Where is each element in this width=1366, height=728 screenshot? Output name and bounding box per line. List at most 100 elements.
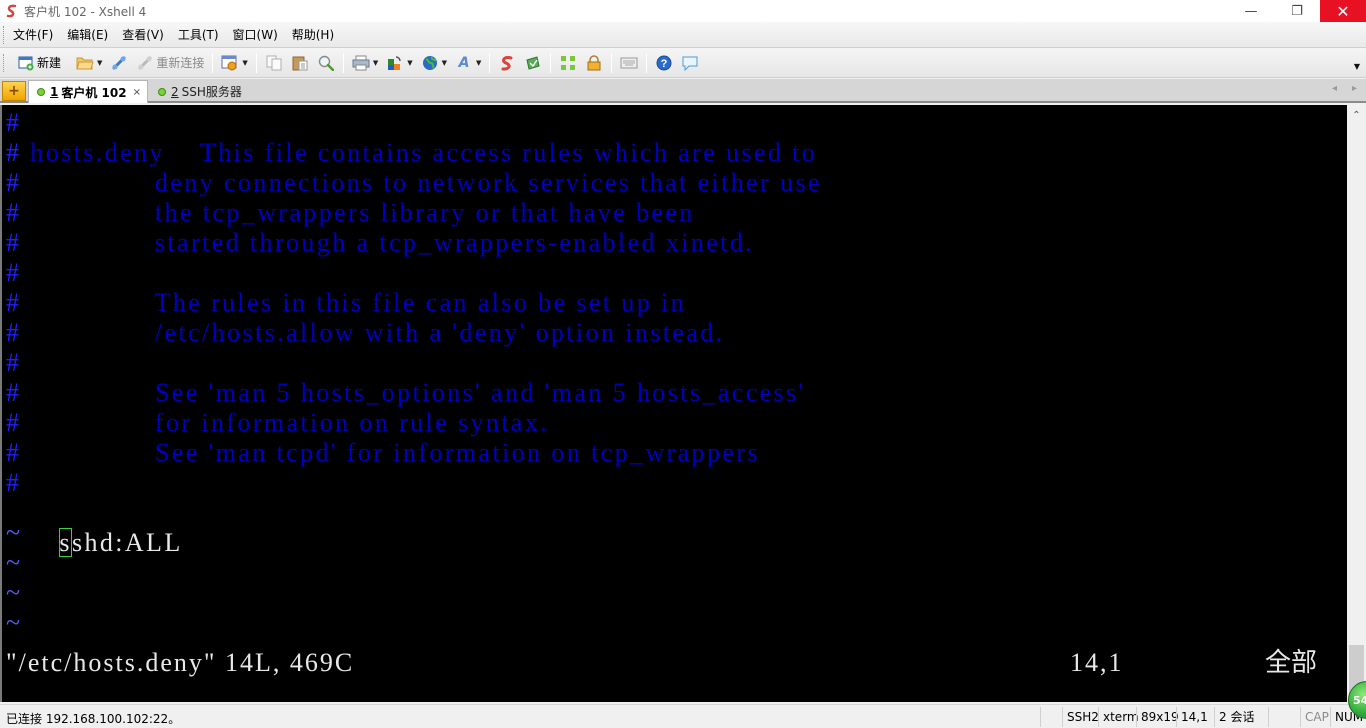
open-dropdown-arrow[interactable]: ▼ [97,59,102,67]
connected-status-icon [158,87,166,96]
chevron-up-icon: ⌃ [1352,110,1361,121]
terminal-view[interactable]: # # hosts.deny This file contains access … [0,105,1347,702]
print-button[interactable]: ▼ [349,51,381,75]
terminal-line: # [6,258,21,288]
properties-icon [221,54,239,72]
print-icon [352,54,370,72]
font-icon: A [458,54,470,71]
new-tab-button[interactable]: + [2,81,26,101]
chat-button[interactable] [678,51,702,75]
reconnect-button[interactable]: 重新连接 [133,51,207,75]
transfer-icon [386,54,404,72]
line-text: shd:ALL [71,528,183,557]
connect-button[interactable] [107,51,131,75]
toolbar-separator [646,52,648,73]
terminal-line: # The rules in this file can also be set… [6,288,686,318]
menu-tools[interactable]: 工具(T) [171,24,226,46]
comment-text: deny connections to network services tha… [21,168,822,197]
lock-button[interactable] [582,51,606,75]
comment-text: See 'man tcpd' for information on tcp_wr… [21,438,760,467]
status-caps-lock: CAP [1300,707,1333,727]
terminal-line: # [6,108,21,138]
tab-close-icon[interactable]: × [133,87,141,98]
font-dropdown-arrow[interactable]: ▼ [476,59,481,67]
maximize-button[interactable]: ❐ [1274,0,1320,22]
toolbar-separator [342,52,344,73]
paste-button[interactable] [288,51,312,75]
comment-text: for information on rule syntax. [21,408,550,437]
comment-marker: # [6,228,22,257]
comment-marker: # [6,438,22,467]
reconnect-icon [136,54,154,72]
chat-icon [681,54,699,72]
comment-marker: # [6,108,22,137]
restore-icon: ❐ [1291,3,1303,19]
transfer-dropdown-arrow[interactable]: ▼ [407,59,412,67]
status-bar: 已连接 192.168.100.102:22。 SSH2 xterm 89x19… [0,704,1366,728]
print-dropdown-arrow[interactable]: ▼ [373,59,378,67]
close-button[interactable]: ✕ [1320,0,1366,22]
keyboard-button[interactable] [617,51,641,75]
open-button[interactable]: ▼ [73,51,105,75]
tab-label: 客户机 102 [61,85,127,100]
empty-line-marker: ~ [6,608,23,637]
menu-window[interactable]: 窗口(W) [226,24,285,46]
comment-marker: # [6,318,22,347]
open-folder-icon [76,54,94,72]
xftp-button[interactable] [521,51,545,75]
window-title: 客户机 102 - Xshell 4 [24,4,147,19]
menu-file[interactable]: 文件(F) [6,24,60,46]
comment-marker: # [6,348,22,377]
new-session-label: 新建 [37,56,62,70]
globe-dropdown-arrow[interactable]: ▼ [442,59,447,67]
connect-icon [110,54,128,72]
globe-button[interactable]: ▼ [418,51,450,75]
tab-session-2[interactable]: 2 SSH服务器 [150,80,260,103]
toolbar-grip[interactable] [3,53,6,72]
copy-button[interactable] [262,51,286,75]
comment-marker: # [6,258,22,287]
fullscreen-icon [559,54,577,72]
terminal-line: # [6,468,21,498]
new-session-button[interactable]: 新建 [14,51,64,75]
status-cell-empty [1268,707,1298,727]
font-button[interactable]: A ▼ [452,51,484,75]
menu-edit[interactable]: 编辑(E) [60,24,115,46]
fullscreen-button[interactable] [556,51,580,75]
close-icon: ✕ [1336,1,1350,21]
status-cell-empty [1040,707,1062,727]
menu-help[interactable]: 帮助(H) [285,24,341,46]
find-button[interactable] [314,51,338,75]
properties-button[interactable]: ▼ [218,51,250,75]
minimize-button[interactable]: — [1228,0,1274,22]
scroll-up-button[interactable]: ⌃ [1347,107,1366,124]
vim-cursor-position: 14,1 [1070,648,1124,677]
comment-text: The rules in this file can also be set u… [21,288,687,317]
properties-dropdown-arrow[interactable]: ▼ [242,59,247,67]
tab-session-1[interactable]: 1 客户机 102 × [28,80,148,103]
help-button[interactable]: ? [652,51,676,75]
menu-view[interactable]: 查看(V) [115,24,171,46]
toolbar-overflow-icon[interactable]: ▼ [1354,62,1360,71]
tab-scroll-right-icon[interactable]: ▸ [1352,83,1357,94]
toolbar-separator [212,52,214,73]
vim-scroll-indicator: 全部 [1265,648,1318,677]
comment-marker: # [6,378,22,407]
keyboard-icon [620,54,638,72]
transfer-button[interactable]: ▼ [383,51,415,75]
comment-text: /etc/hosts.allow with a 'deny' option in… [21,318,725,347]
tab-label: SSH服务器 [181,85,242,99]
paste-icon [291,54,309,72]
terminal-content-line: sshd:ALL [6,498,183,557]
tab-scroll-left-icon[interactable]: ◂ [1332,83,1337,94]
comment-marker: # [6,408,22,437]
terminal-line: # for information on rule syntax. [6,408,549,438]
xshell-button[interactable] [495,51,519,75]
terminal-line: # hosts.deny This file contains access r… [6,138,817,168]
empty-line-marker: ~ [6,548,23,577]
terminal-cursor: s [59,528,72,557]
terminal-line: # the tcp_wrappers library or that have … [6,198,695,228]
lock-icon [585,54,603,72]
comment-marker: # [6,138,22,167]
terminal-scrollbar[interactable]: ⌃ [1347,105,1366,702]
